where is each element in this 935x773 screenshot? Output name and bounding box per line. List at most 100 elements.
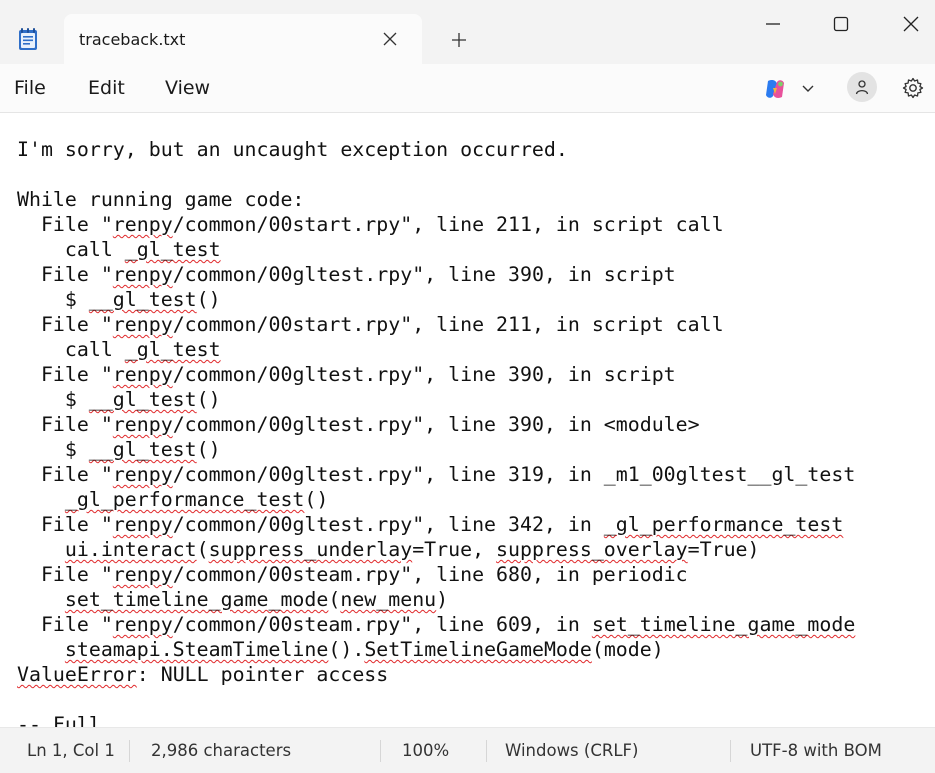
misspelled-word: _gl_performance_test (64, 488, 305, 511)
editor-line: ui.interact(suppress_underlay=True, supp… (17, 537, 760, 562)
text-run: /common/00steam.rpy", line 680, in perio… (172, 563, 688, 586)
text-run: File " (17, 563, 113, 586)
misspelled-word: __gl_test (88, 288, 197, 311)
notepad-icon (18, 27, 38, 51)
editor-line: _gl_performance_test() (17, 487, 328, 512)
text-run: () (304, 488, 329, 511)
text-run (17, 488, 65, 511)
editor-line: set_timeline_game_mode(new_menu) (17, 587, 448, 612)
tab-title: traceback.txt (79, 30, 186, 49)
text-run: () (196, 388, 221, 411)
status-divider (380, 740, 381, 762)
text-run: $ (17, 288, 89, 311)
text-run: /common/00steam.rpy", line 609, in (172, 613, 592, 636)
editor-line: ValueError: NULL pointer access (17, 662, 388, 687)
status-cursor-position[interactable]: Ln 1, Col 1 (27, 741, 115, 760)
menu-file[interactable]: File (14, 77, 46, 99)
menu-edit[interactable]: Edit (88, 77, 125, 99)
text-run: call (17, 338, 125, 361)
misspelled-word: renpy (112, 213, 173, 236)
text-run (17, 538, 65, 561)
menu-bar: File Edit View (0, 64, 935, 113)
status-character-count: 2,986 characters (151, 741, 292, 760)
editor-line: While running game code: (17, 187, 304, 212)
misspelled-word: __gl_test (88, 438, 197, 461)
misspelled-word: renpy (112, 263, 173, 286)
misspelled-word: renpy (112, 463, 173, 486)
text-run: $ (17, 438, 89, 461)
text-run (17, 638, 65, 661)
text-run: File " (17, 413, 113, 436)
editor-line: File "renpy/common/00steam.rpy", line 60… (17, 612, 855, 637)
misspelled-word: renpy (112, 413, 173, 436)
editor-line: File "renpy/common/00start.rpy", line 21… (17, 312, 724, 337)
misspelled-word: _gl_test (124, 238, 221, 261)
text-run: ( (328, 588, 341, 611)
status-divider (730, 740, 731, 762)
status-encoding[interactable]: UTF-8 with BOM (750, 741, 882, 760)
text-run: File " (17, 513, 113, 536)
text-run: : NULL pointer access (136, 663, 389, 686)
text-run: call (17, 238, 125, 261)
text-run: File " (17, 363, 113, 386)
close-icon[interactable] (380, 29, 400, 49)
text-run: =True, (412, 538, 497, 561)
copilot-icon[interactable] (762, 76, 788, 102)
editor-line: steamapi.SteamTimeline().SetTimelineGame… (17, 637, 664, 662)
editor-line: I'm sorry, but an uncaught exception occ… (17, 137, 568, 162)
text-run (17, 588, 65, 611)
gear-icon[interactable] (901, 76, 925, 100)
editor-line: call _gl_test (17, 237, 221, 262)
misspelled-word: renpy (112, 613, 173, 636)
editor-line: $ __gl_test() (17, 287, 221, 312)
misspelled-word: renpy (112, 363, 173, 386)
maximize-icon[interactable] (831, 14, 851, 34)
text-run: File " (17, 613, 113, 636)
misspelled-word: SetTimelineGameMode (364, 638, 592, 661)
text-run: () (196, 288, 221, 311)
text-run: /common/00gltest.rpy", line 342, in (172, 513, 604, 536)
close-icon[interactable] (901, 14, 921, 34)
misspelled-word: suppress_underlay (208, 538, 413, 561)
status-divider (486, 740, 487, 762)
misspelled-word: _gl_test (124, 338, 221, 361)
misspelled-word: set_timeline_game_mode (64, 588, 329, 611)
text-run: File " (17, 213, 113, 236)
text-run: () (196, 438, 221, 461)
minimize-icon[interactable] (763, 14, 783, 34)
misspelled-word: set_timeline_game_mode (591, 613, 856, 636)
text-run: While running game code: (17, 188, 305, 211)
text-run: -- Full (17, 713, 101, 727)
misspelled-word: renpy (112, 513, 173, 536)
status-line-ending[interactable]: Windows (CRLF) (505, 741, 638, 760)
text-run: File " (17, 263, 113, 286)
status-zoom[interactable]: 100% (402, 741, 449, 760)
editor-line: $ __gl_test() (17, 437, 221, 462)
misspelled-word: ValueError (17, 663, 137, 686)
tab-traceback[interactable]: traceback.txt (64, 14, 422, 64)
account-icon[interactable] (847, 72, 877, 102)
text-run: /common/00gltest.rpy", line 319, in _m1_… (172, 463, 856, 486)
misspelled-word: renpy (112, 563, 173, 586)
status-bar: Ln 1, Col 1 2,986 characters 100% Window… (0, 727, 935, 773)
editor-line: $ __gl_test() (17, 387, 221, 412)
misspelled-word: suppress_overlay (496, 538, 688, 561)
title-bar: traceback.txt (0, 0, 935, 64)
text-run: /common/00gltest.rpy", line 390, in scri… (172, 263, 676, 286)
plus-icon[interactable] (449, 30, 469, 50)
editor-line: call _gl_test (17, 337, 221, 362)
text-run: (). (328, 638, 365, 661)
editor-line: File "renpy/common/00gltest.rpy", line 3… (17, 412, 700, 437)
text-editor[interactable]: I'm sorry, but an uncaught exception occ… (0, 113, 935, 727)
editor-line: File "renpy/common/00gltest.rpy", line 3… (17, 462, 855, 487)
text-run: /common/00gltest.rpy", line 390, in <mod… (172, 413, 700, 436)
text-run: File " (17, 463, 113, 486)
menu-view[interactable]: View (165, 77, 210, 99)
text-run: $ (17, 388, 89, 411)
status-divider (129, 740, 130, 762)
text-run: (mode) (591, 638, 664, 661)
text-run: =True) (687, 538, 760, 561)
misspelled-word: renpy (112, 313, 173, 336)
chevron-down-icon[interactable] (800, 80, 816, 96)
text-run: I'm sorry, but an uncaught exception occ… (17, 138, 568, 161)
